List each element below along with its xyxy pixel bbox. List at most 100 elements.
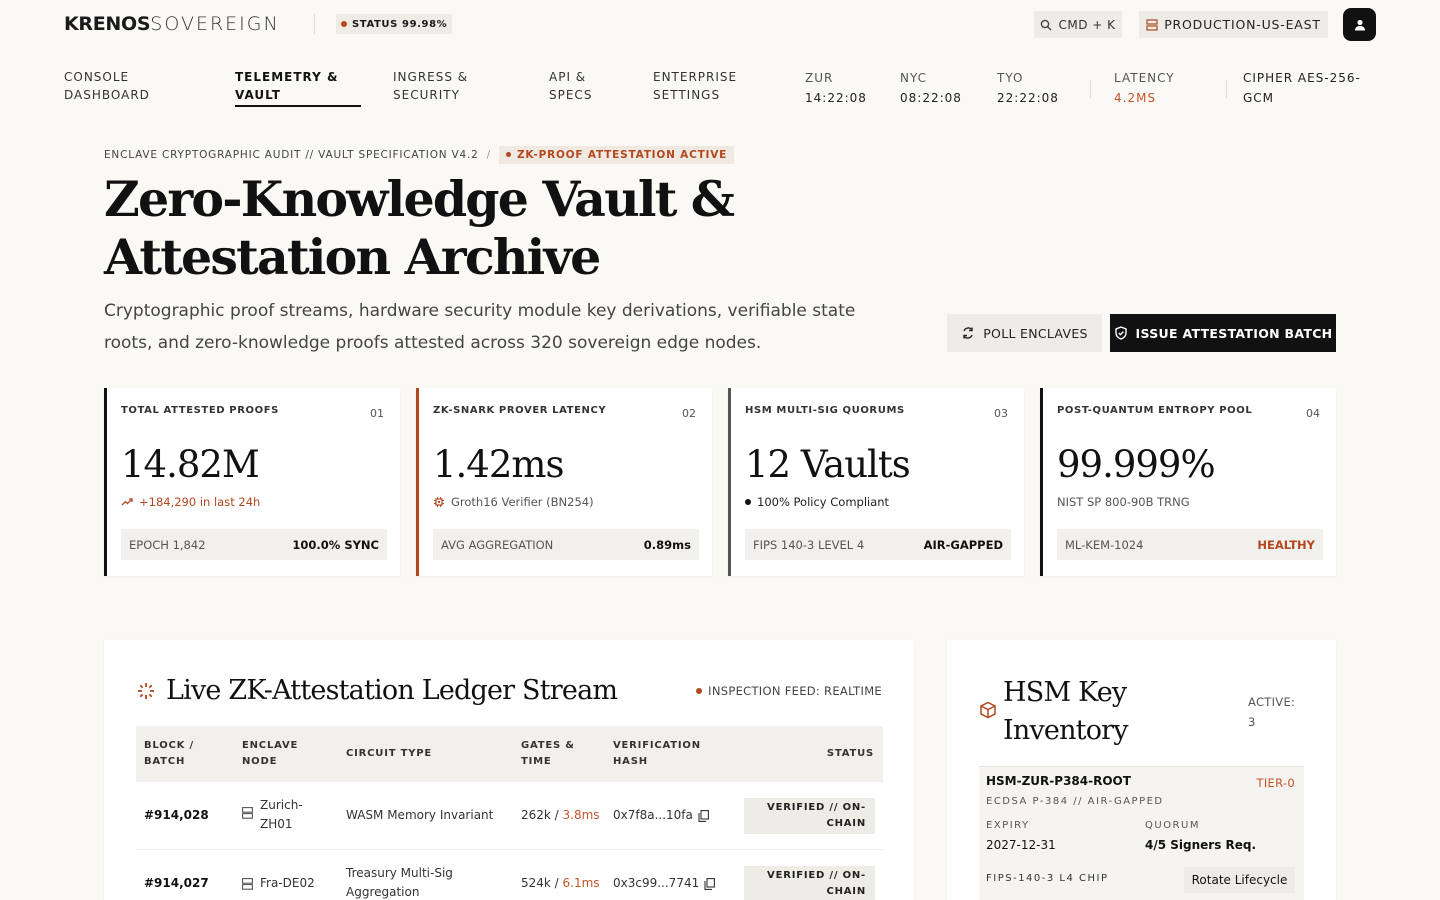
card-index: 03 <box>994 407 1008 420</box>
latency-readout: LATENCY 4.2MS <box>1114 68 1175 108</box>
server-icon <box>1146 18 1158 31</box>
nav-ingress-security[interactable]: INGRESS & SECURITY <box>393 68 468 104</box>
nav-label: VAULT <box>235 88 281 102</box>
column-header-node[interactable]: ENCLAVE NODE <box>242 738 298 770</box>
command-search-button[interactable]: CMD + K <box>1034 11 1122 38</box>
latency-value: 4.2MS <box>1114 91 1157 105</box>
hsm-inventory-panel: HSM Key Inventory ACTIVE: 3 HSM-ZUR-P384-R… <box>947 640 1336 900</box>
column-header-hash[interactable]: VERIFICATION HASH <box>613 738 701 770</box>
active-key-count: ACTIVE: 3 <box>1248 692 1295 732</box>
node-text: Fra-DE02 <box>260 876 315 890</box>
button-label: ISSUE ATTESTATION BATCH <box>1135 325 1333 341</box>
status-text: VERIFIED // ON- <box>767 802 866 813</box>
column-header-block[interactable]: BLOCK / BATCH <box>144 738 194 770</box>
button-label: POLL ENCLAVES <box>983 325 1088 341</box>
stat-card-entropy-pool: POST-QUANTUM ENTROPY POOL 04 99.999% NIS… <box>1040 388 1336 576</box>
column-header-gates[interactable]: GATES & TIME <box>521 738 575 770</box>
card-label: POST-QUANTUM ENTROPY POOL <box>1057 405 1253 416</box>
live-dot-icon <box>696 688 703 694</box>
card-footer: FIPS 140-3 LEVEL 4 AIR-GAPPED <box>745 529 1011 560</box>
time-text: 6.1ms <box>562 876 600 890</box>
column-header-status[interactable]: STATUS <box>827 746 874 762</box>
status-dot-icon <box>505 152 511 157</box>
server-icon <box>242 877 253 890</box>
clock-label: TYO <box>997 71 1024 85</box>
cell-gates: 262k / 3.8ms <box>521 806 600 825</box>
sparkle-icon <box>138 682 154 699</box>
stat-card-hsm-quorums: HSM MULTI-SIG QUORUMS 03 12 Vaults 100% … <box>728 388 1024 576</box>
circuit-text: Treasury Multi-Sig <box>346 866 453 880</box>
brand-logo[interactable]: KRENOSSOVEREIGN <box>64 13 280 35</box>
header-text: TIME <box>521 756 552 767</box>
header-text: GATES & <box>521 740 575 751</box>
nav-label: SETTINGS <box>653 88 721 102</box>
shield-check-icon <box>1114 326 1127 340</box>
divider <box>314 14 315 34</box>
ledger-title-text: Live ZK-Attestation Ledger Stream <box>166 675 618 706</box>
copy-icon[interactable] <box>698 809 709 822</box>
copy-icon[interactable] <box>704 877 716 890</box>
region-label: PRODUCTION-US-EAST <box>1164 17 1321 32</box>
status-badge: VERIFIED // ON- CHAIN <box>744 798 875 834</box>
breadcrumb-text: ENCLAVE CRYPTOGRAPHIC AUDIT // VAULT SPE… <box>104 148 479 161</box>
chip-spec: FIPS-140-3 L4 CHIP <box>986 873 1109 884</box>
issue-attestation-batch-button[interactable]: ISSUE ATTESTATION BATCH <box>1110 314 1336 352</box>
quorum-label: QUORUM <box>1145 820 1200 831</box>
hash-text: 0x7f8a...10fa <box>613 808 693 822</box>
clock-value: 14:22:08 <box>805 91 867 105</box>
card-footer: EPOCH 1,842 100.0% SYNC <box>121 529 387 560</box>
footer-value: HEALTHY <box>1257 537 1315 552</box>
nav-api-specs[interactable]: API & SPECS <box>549 68 592 104</box>
user-avatar-button[interactable] <box>1343 8 1376 41</box>
cell-block: #914,027 <box>144 876 209 890</box>
nav-enterprise-settings[interactable]: ENTERPRISE SETTINGS <box>653 68 737 104</box>
cell-gates: 524k / 6.1ms <box>521 874 600 893</box>
table-row[interactable]: #914,028 Zurich- ZH01 WASM Memory Invaria… <box>136 782 883 850</box>
poll-enclaves-button[interactable]: POLL ENCLAVES <box>947 314 1102 352</box>
divider <box>1226 80 1227 98</box>
cipher-label: CIPHER AES-256- <box>1243 71 1361 85</box>
hsm-title: HSM Key Inventory <box>1003 674 1129 750</box>
cell-block: #914,028 <box>144 808 209 822</box>
search-shortcut-label: CMD + K <box>1058 17 1116 32</box>
status-text: CHAIN <box>826 818 866 829</box>
header-text: BLOCK / <box>144 740 194 751</box>
cipher-label: GCM <box>1243 91 1275 105</box>
footer-value: 100.0% SYNC <box>292 537 379 552</box>
card-footer: AVG AGGREGATION 0.89ms <box>433 529 699 560</box>
ledger-panel: Live ZK-Attestation Ledger Stream INSPEC… <box>104 640 914 900</box>
key-algorithm: ECDSA P-384 // AIR-GAPPED <box>986 796 1164 807</box>
status-label: STATUS 99.98% <box>352 18 448 30</box>
table-row[interactable]: #914,027 Fra-DE02 Treasury Multi-Sig Aggr… <box>136 850 883 900</box>
expiry-label: EXPIRY <box>986 820 1030 831</box>
card-value: 1.42ms <box>433 443 564 486</box>
card-subtext-label: 100% Policy Compliant <box>757 495 890 509</box>
cell-node: Zurich- ZH01 <box>242 796 303 834</box>
attestation-status-badge: ZK-PROOF ATTESTATION ACTIVE <box>498 145 735 164</box>
feed-status: INSPECTION FEED: REALTIME <box>696 684 882 698</box>
badge-label: ZK-PROOF ATTESTATION ACTIVE <box>516 148 728 161</box>
nav-console-dashboard[interactable]: CONSOLE DASHBOARD <box>64 68 150 104</box>
nav-label: INGRESS & <box>393 70 469 84</box>
chip-icon <box>434 497 444 507</box>
expiry-value: 2027-12-31 <box>986 838 1056 852</box>
column-header-circuit[interactable]: CIRCUIT TYPE <box>346 746 432 762</box>
cipher-readout: CIPHER AES-256- GCM <box>1243 68 1361 108</box>
trend-up-icon <box>121 498 133 506</box>
search-icon <box>1041 19 1052 30</box>
footer-label: AVG AGGREGATION <box>441 537 554 552</box>
hsm-key-card[interactable]: HSM-ZUR-P384-ROOT TIER-0 ECDSA P-384 // … <box>979 766 1304 900</box>
nav-telemetry-vault[interactable]: TELEMETRY & VAULT <box>235 68 338 104</box>
divider <box>1090 80 1091 98</box>
card-label: TOTAL ATTESTED PROOFS <box>121 405 279 416</box>
card-subtext: +184,290 in last 24h <box>121 495 260 509</box>
card-value: 14.82M <box>121 443 260 486</box>
footer-label: EPOCH 1,842 <box>129 537 206 552</box>
header-text: HASH <box>613 756 648 767</box>
rotate-lifecycle-button[interactable]: Rotate Lifecycle <box>1184 867 1295 893</box>
node-text: ZH01 <box>260 817 293 831</box>
cell-hash: 0x7f8a...10fa <box>613 806 709 825</box>
region-selector[interactable]: PRODUCTION-US-EAST <box>1139 11 1328 38</box>
footer-label: ML-KEM-1024 <box>1065 537 1144 552</box>
title-line: Inventory <box>1003 715 1129 746</box>
